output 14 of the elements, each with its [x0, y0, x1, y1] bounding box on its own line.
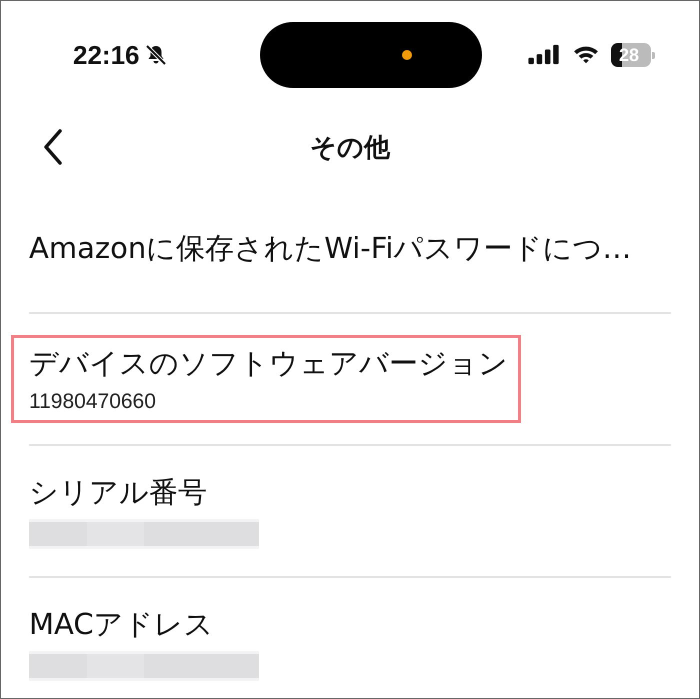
list-row[interactable]: シリアル番号 — [29, 446, 671, 578]
item-value: 11980470660 — [29, 390, 157, 414]
item-title: デバイスのソフトウェアバージョン — [29, 345, 508, 382]
back-icon[interactable] — [43, 129, 63, 165]
list-row[interactable]: デバイスのソフトウェアバージョン 11980470660 — [29, 314, 671, 446]
list-row[interactable]: Amazonに保存されたWi-Fiパスワードにつ… — [29, 185, 671, 314]
wifi-icon — [571, 44, 601, 66]
page-title: その他 — [309, 132, 392, 164]
item-title: シリアル番号 — [29, 474, 208, 511]
list-row[interactable]: MACアドレス — [29, 578, 671, 698]
item-title: Amazonに保存されたWi-Fiパスワードにつ… — [29, 230, 632, 266]
item-title: MACアドレス — [29, 606, 215, 643]
signal-icon — [527, 44, 561, 66]
status-time: 22:16 — [73, 40, 140, 70]
